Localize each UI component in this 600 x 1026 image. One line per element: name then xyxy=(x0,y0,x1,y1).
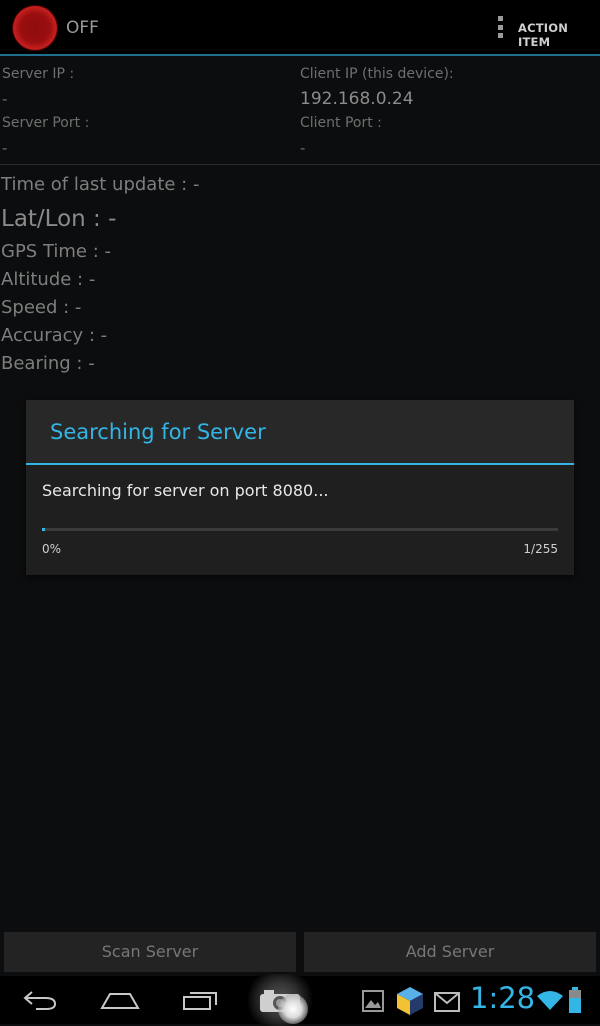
power-toggle-icon[interactable] xyxy=(12,5,58,51)
client-port-label: Client Port : xyxy=(300,115,382,131)
search-progress-dialog: Searching for Server Searching for serve… xyxy=(26,400,574,575)
scan-server-button[interactable]: Scan Server xyxy=(4,932,296,972)
bearing-text: Bearing : - xyxy=(1,353,95,374)
progress-count: 1/255 xyxy=(523,542,558,556)
gallery-icon xyxy=(362,990,384,1012)
progress-bar xyxy=(42,528,558,531)
last-update-text: Time of last update : - xyxy=(1,174,200,195)
app-cube-icon xyxy=(397,987,423,1015)
power-state-label: OFF xyxy=(66,18,99,38)
touch-indicator xyxy=(278,994,308,1024)
action-bar-divider xyxy=(0,54,600,56)
gmail-icon xyxy=(434,992,460,1012)
server-ip-label: Server IP : xyxy=(2,66,75,82)
client-ip-label: Client IP (this device): xyxy=(300,66,454,82)
dialog-title: Searching for Server xyxy=(50,420,266,444)
progress-percent: 0% xyxy=(42,542,62,556)
battery-icon xyxy=(569,987,581,1013)
latlon-text: Lat/Lon : - xyxy=(1,206,117,232)
clock: 1:28 xyxy=(470,981,536,1015)
overflow-menu-icon[interactable] xyxy=(498,16,503,40)
back-icon[interactable] xyxy=(22,988,58,1012)
client-port-value: - xyxy=(300,139,306,157)
recent-apps-icon[interactable] xyxy=(182,989,220,1011)
speed-text: Speed : - xyxy=(1,297,82,318)
action-item-button[interactable]: ACTION ITEM xyxy=(518,21,600,49)
client-ip-value: 192.168.0.24 xyxy=(300,89,414,109)
wifi-icon xyxy=(537,991,563,1010)
section-divider xyxy=(0,164,600,165)
home-icon[interactable] xyxy=(100,990,140,1010)
server-port-label: Server Port : xyxy=(2,115,90,131)
add-server-button[interactable]: Add Server xyxy=(304,932,596,972)
accuracy-text: Accuracy : - xyxy=(1,325,108,346)
altitude-text: Altitude : - xyxy=(1,269,96,290)
action-bar: OFF ACTION ITEM xyxy=(0,0,600,54)
dialog-message: Searching for server on port 8080... xyxy=(42,481,329,500)
gps-time-text: GPS Time : - xyxy=(1,241,112,262)
server-ip-value: - xyxy=(2,90,8,108)
progress-bar-fill xyxy=(42,528,45,531)
server-port-value: - xyxy=(2,139,8,157)
dialog-body: Searching for server on port 8080... 0% … xyxy=(26,465,574,575)
system-bar: 1:28 xyxy=(0,974,600,1026)
